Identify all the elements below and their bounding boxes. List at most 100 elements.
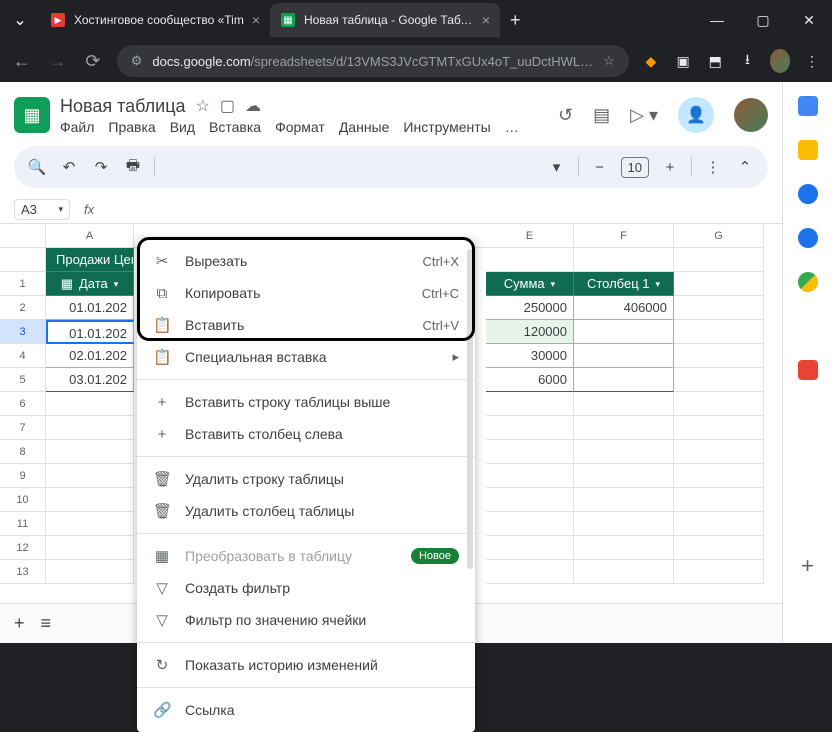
row-header[interactable]: 9 [0,464,46,488]
data-cell[interactable]: 120000 [486,320,574,344]
new-tab-button[interactable]: + [500,10,531,31]
row-header[interactable]: 11 [0,512,46,536]
ctx-delete-col[interactable]: 🗑Удалить столбец таблицы [137,495,475,527]
all-sheets-button[interactable]: ≡ [41,613,52,634]
row-header[interactable]: 10 [0,488,46,512]
window-minimize[interactable]: — [694,0,740,40]
data-cell[interactable]: 6000 [486,368,574,392]
data-cell[interactable] [574,320,674,344]
ctx-copy[interactable]: ⧉КопироватьCtrl+C [137,277,475,309]
tab-list-dropdown[interactable]: ⌄ [0,10,40,30]
table-col-header[interactable]: ▦ Дата ▾ [46,272,134,296]
data-cell-selected[interactable]: 01.01.202 [46,320,134,344]
font-size-input[interactable]: 10 [621,157,649,178]
row-header[interactable] [0,248,46,272]
get-addons-button[interactable]: + [801,553,814,579]
extensions-menu-icon[interactable]: ⬒ [705,49,725,73]
ctx-edit-history[interactable]: ↻Показать историю изменений [137,649,475,681]
browser-tab[interactable]: ▶ Хостинговое сообщество «Tim × [40,3,270,37]
addon-icon[interactable] [798,360,818,380]
table-col-header[interactable]: Сумма ▾ [486,272,574,296]
profile-avatar[interactable] [770,49,790,73]
data-cell[interactable]: 03.01.202 [46,368,134,392]
col-header[interactable]: F [574,224,674,248]
ctx-insert-row[interactable]: +Вставить строку таблицы выше [137,386,475,418]
data-cell[interactable]: 01.01.202 [46,296,134,320]
menu-insert[interactable]: Вставка [209,119,261,135]
insert-link-icon[interactable]: ▾ [546,158,568,176]
data-cell[interactable] [574,344,674,368]
window-maximize[interactable]: ▢ [740,0,786,40]
decrease-font-icon[interactable]: − [589,159,611,176]
history-icon[interactable]: ↺ [558,105,573,126]
keep-icon[interactable] [798,140,818,160]
menu-format[interactable]: Формат [275,119,325,135]
browser-menu-icon[interactable]: ⋮ [802,49,822,73]
row-header[interactable]: 1 [0,272,46,296]
extension-icon[interactable]: ◆ [641,49,661,73]
select-all-corner[interactable] [0,224,46,248]
data-cell[interactable]: 250000 [486,296,574,320]
name-box[interactable]: A3▾ [14,199,70,220]
ctx-cut[interactable]: ✂ВырезатьCtrl+X [137,245,475,277]
nav-reload[interactable]: ⟳ [81,51,105,72]
menu-view[interactable]: Вид [170,119,195,135]
row-header[interactable]: 5 [0,368,46,392]
row-header[interactable]: 2 [0,296,46,320]
browser-tab-active[interactable]: ▦ Новая таблица - Google Табли × [270,3,500,37]
nav-back[interactable]: ← [10,51,34,72]
table-title-cell[interactable]: Продажи Цен [46,248,134,272]
menu-edit[interactable]: Правка [108,119,155,135]
menu-more[interactable]: … [505,119,519,135]
menu-tools[interactable]: Инструменты [403,119,490,135]
share-button[interactable]: 👤 [678,97,714,133]
undo-icon[interactable]: ↶ [58,158,80,176]
ctx-paste-special[interactable]: 📋Специальная вставка▸ [137,341,475,373]
comments-icon[interactable]: ▤ [593,105,610,126]
contacts-icon[interactable] [798,228,818,248]
cloud-status-icon[interactable]: ☁ [245,96,261,116]
data-cell[interactable] [574,368,674,392]
collapse-toolbar-icon[interactable]: ⌃ [734,158,756,176]
row-header[interactable]: 7 [0,416,46,440]
menu-file[interactable]: Файл [60,119,94,135]
col-header[interactable]: G [674,224,764,248]
ctx-create-filter[interactable]: ▽Создать фильтр [137,572,475,604]
col-header[interactable]: E [486,224,574,248]
col-header[interactable]: A [46,224,134,248]
increase-font-icon[interactable]: + [659,159,681,176]
tab-close-icon[interactable]: × [482,12,490,28]
row-header[interactable]: 6 [0,392,46,416]
data-cell[interactable]: 30000 [486,344,574,368]
maps-icon[interactable] [798,272,818,292]
url-box[interactable]: ⚙ docs.google.com/spreadsheets/d/13VMS3J… [117,45,629,77]
account-avatar[interactable] [734,98,768,132]
doc-title[interactable]: Новая таблица [60,96,186,117]
sheets-logo[interactable]: ▦ [14,97,50,133]
extension-icon[interactable]: ▣ [673,49,693,73]
search-menus-icon[interactable]: 🔍 [26,158,48,176]
downloads-icon[interactable]: ⭳ [737,49,757,73]
nav-forward[interactable]: → [46,51,70,72]
row-header-selected[interactable]: 3 [0,320,46,344]
site-settings-icon[interactable]: ⚙ [131,53,143,69]
ctx-link[interactable]: 🔗Ссылка [137,694,475,726]
calendar-icon[interactable] [798,96,818,116]
row-header[interactable]: 12 [0,536,46,560]
table-col-header[interactable]: Столбец 1 ▾ [574,272,674,296]
ctx-delete-row[interactable]: 🗑Удалить строку таблицы [137,463,475,495]
data-cell[interactable]: 406000 [574,296,674,320]
ctx-insert-col[interactable]: +Вставить столбец слева [137,418,475,450]
context-menu-scrollbar[interactable] [467,249,473,569]
row-header[interactable]: 13 [0,560,46,584]
menu-data[interactable]: Данные [339,119,390,135]
print-icon[interactable]: 🖶 [122,155,144,180]
star-icon[interactable]: ☆ [196,96,210,116]
move-icon[interactable]: ▢ [220,96,235,116]
tab-close-icon[interactable]: × [252,12,260,28]
more-toolbar-icon[interactable]: ⋮ [702,158,724,176]
ctx-filter-value[interactable]: ▽Фильтр по значению ячейки [137,604,475,636]
data-cell[interactable]: 02.01.202 [46,344,134,368]
add-sheet-button[interactable]: + [14,613,25,634]
redo-icon[interactable]: ↷ [90,158,112,176]
